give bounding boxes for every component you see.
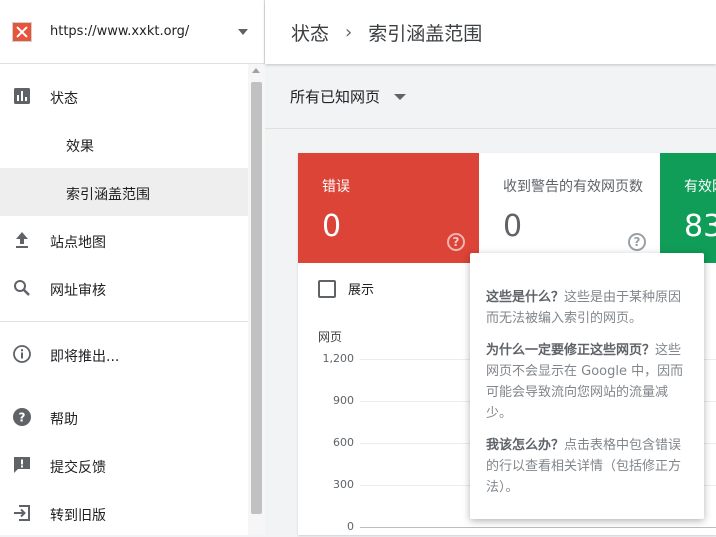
info-icon xyxy=(13,345,31,363)
show-toggle[interactable]: 展示 xyxy=(318,279,374,298)
sidebar-item-feedback[interactable]: 提交反馈 xyxy=(0,441,248,489)
sidebar-item-label: 转到旧版 xyxy=(50,508,106,524)
sidebar-divider xyxy=(0,321,248,322)
y-tick-label: 0 xyxy=(347,520,354,533)
help-icon: ? xyxy=(13,408,31,426)
bar-chart-icon xyxy=(14,88,30,104)
y-tick-label: 1,200 xyxy=(322,352,355,365)
y-tick-label: 600 xyxy=(333,436,354,449)
tooltip-question: 为什么一定要修正这些网页？ xyxy=(486,343,656,358)
sidebar-item-label: 帮助 xyxy=(50,412,78,428)
y-tick-label: 900 xyxy=(333,394,354,407)
page-title: 索引涵盖范围 xyxy=(368,22,483,45)
site-favicon-icon xyxy=(12,21,32,42)
sidebar-item-label: 状态 xyxy=(50,91,78,107)
warning-tile-label: 收到警告的有效网页数 xyxy=(503,179,643,195)
y-axis-title: 网页 xyxy=(318,330,343,344)
breadcrumb-root[interactable]: 状态 xyxy=(291,19,329,46)
x-axis-line xyxy=(360,527,716,528)
sidebar-item-label: 索引涵盖范围 xyxy=(66,187,150,203)
page-filter-value: 所有已知网页 xyxy=(290,88,381,106)
warning-tile-value: 0 xyxy=(503,209,523,244)
sidebar-item-label: 效果 xyxy=(66,139,94,155)
sidebar-item-label: 即将推出... xyxy=(50,349,120,365)
sidebar-item-index-coverage[interactable]: 索引涵盖范围 xyxy=(0,168,248,216)
feedback-icon xyxy=(14,457,30,473)
breadcrumb-separator-icon: › xyxy=(345,21,353,43)
sidebar-item-performance[interactable]: 效果 xyxy=(0,120,248,168)
sidebar-item-help[interactable]: ? 帮助 xyxy=(0,393,248,441)
show-toggle-label: 展示 xyxy=(348,283,375,298)
sidebar-scrollbar-thumb[interactable] xyxy=(251,82,262,514)
sidebar-item-label: 网址审核 xyxy=(50,283,106,299)
sidebar: https://www.xxkt.org/ 状态 效果 索引涵盖范围 站点地图 … xyxy=(0,0,265,535)
search-icon xyxy=(14,280,30,296)
valid-tile-value: 83 xyxy=(684,209,716,244)
error-tile-value: 0 xyxy=(322,209,342,244)
property-selector[interactable]: https://www.xxkt.org/ xyxy=(0,0,264,64)
valid-tile[interactable]: 有效网页 83 xyxy=(660,153,716,263)
error-tile[interactable]: 错误 0 ? xyxy=(298,153,479,263)
sidebar-item-status[interactable]: 状态 xyxy=(0,72,248,120)
help-circle-icon[interactable]: ? xyxy=(628,233,646,251)
tooltip-question: 这些是什么？ xyxy=(486,290,565,305)
chevron-down-icon xyxy=(394,93,407,100)
property-url: https://www.xxkt.org/ xyxy=(50,24,190,39)
tooltip-section: 我该怎么办？点击表格中包含错误的行以查看相关详情（包括修正方法）。 xyxy=(486,435,688,498)
show-checkbox[interactable] xyxy=(318,279,336,298)
error-tile-label: 错误 xyxy=(322,179,350,195)
upload-icon xyxy=(16,232,28,248)
sidebar-item-label: 站点地图 xyxy=(50,235,106,251)
sidebar-item-sitemaps[interactable]: 站点地图 xyxy=(0,216,248,264)
scroll-up-arrow-icon[interactable] xyxy=(252,68,260,73)
exit-icon xyxy=(14,505,30,521)
valid-tile-label: 有效网页 xyxy=(684,179,716,195)
warning-tile[interactable]: 收到警告的有效网页数 0 ? xyxy=(479,153,660,263)
tooltip-section: 为什么一定要修正这些网页？这些网页不会显示在 Google 中，因而可能会导致流… xyxy=(486,340,688,424)
error-help-tooltip: 这些是什么？这些是由于某种原因而无法被编入索引的网页。 为什么一定要修正这些网页… xyxy=(470,253,704,519)
sidebar-item-coming-soon[interactable]: 即将推出... xyxy=(0,330,248,378)
sidebar-item-url-inspection[interactable]: 网址审核 xyxy=(0,264,248,312)
tooltip-section: 这些是什么？这些是由于某种原因而无法被编入索引的网页。 xyxy=(486,287,688,329)
sidebar-item-label: 提交反馈 xyxy=(50,460,106,476)
tooltip-question: 我该怎么办？ xyxy=(486,438,565,453)
chevron-down-icon[interactable] xyxy=(238,29,248,35)
svg-text:?: ? xyxy=(19,411,26,425)
sidebar-item-old-version[interactable]: 转到旧版 xyxy=(0,489,248,537)
content-divider xyxy=(265,128,716,129)
help-circle-icon[interactable]: ? xyxy=(447,233,465,251)
y-tick-label: 300 xyxy=(333,478,354,491)
breadcrumb: 状态 › 索引涵盖范围 xyxy=(265,0,716,64)
page-filter-dropdown[interactable]: 所有已知网页 xyxy=(290,86,407,107)
